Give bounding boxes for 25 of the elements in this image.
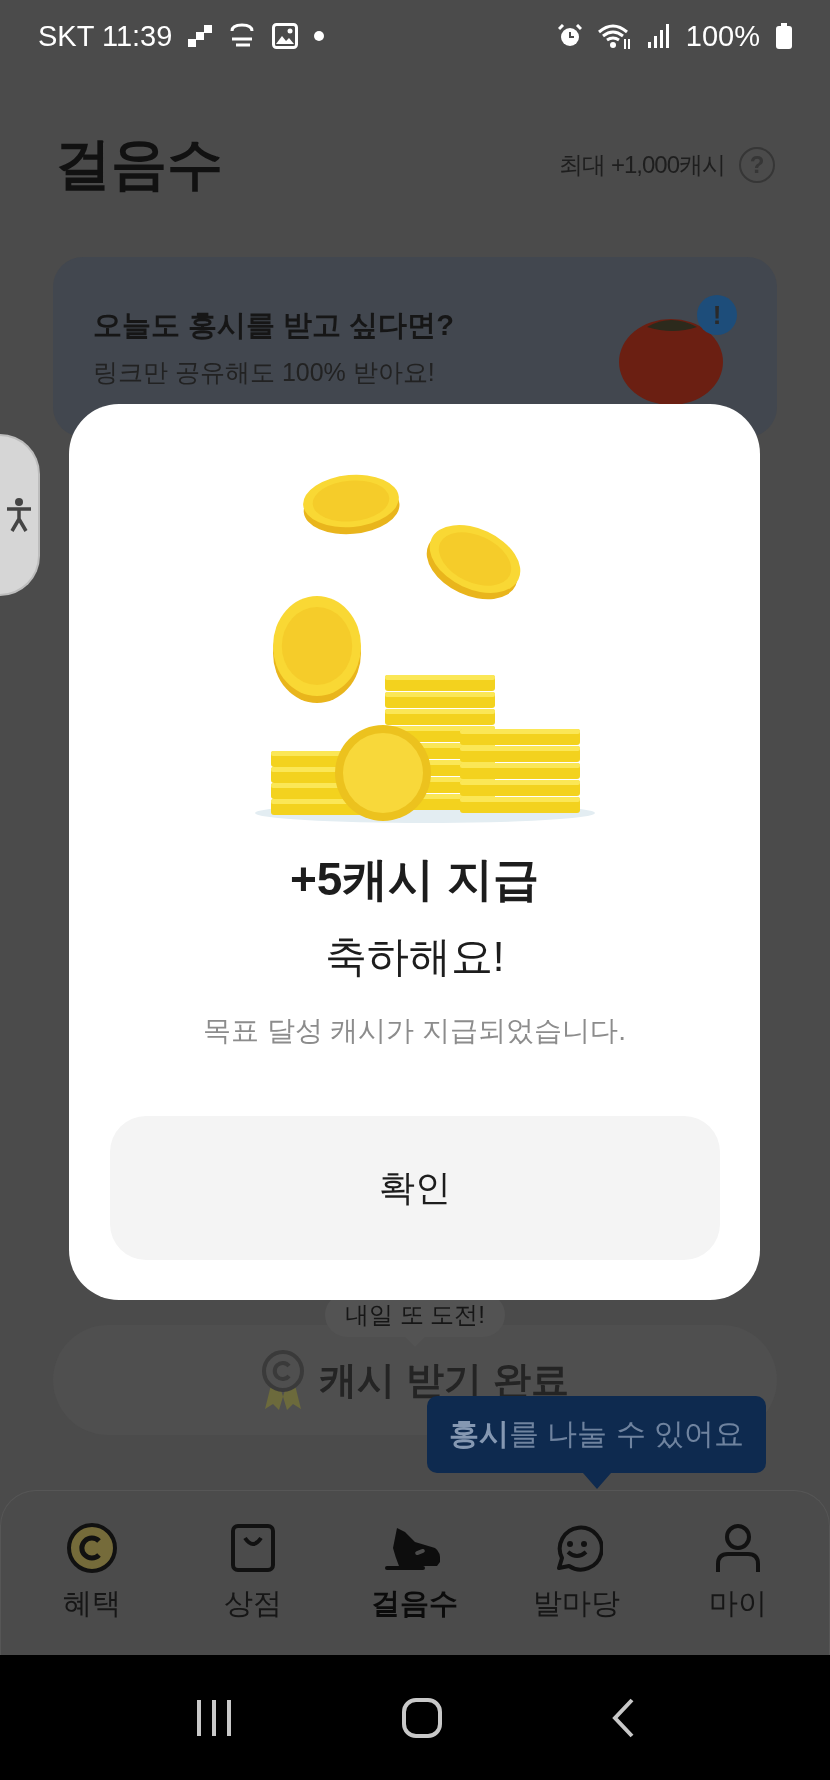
battery-percent: 100% [685, 19, 760, 53]
reward-title: +5캐시 지급 [289, 852, 540, 907]
signal-icon [647, 24, 670, 48]
reward-message: 목표 달성 캐시가 지급되었습니다. [202, 1014, 627, 1048]
medal-icon [261, 1349, 306, 1411]
page-title: 걸음수 [55, 130, 224, 197]
alarm-icon [557, 24, 582, 48]
dot-icon [314, 31, 325, 41]
accessibility-icon [5, 497, 33, 533]
back-icon[interactable] [611, 1697, 636, 1738]
stairs-icon [188, 25, 213, 47]
home-icon[interactable] [402, 1697, 442, 1738]
banner-title: 오늘도 홍시를 받고 싶다면? [93, 307, 455, 343]
status-time: SKT 11:39 [38, 19, 173, 53]
alert-badge: ! [697, 295, 737, 335]
recent-apps-icon[interactable] [194, 1697, 233, 1738]
help-button[interactable]: ? [739, 146, 775, 183]
confirm-button[interactable]: 확인 [109, 1116, 720, 1260]
nav-tab[interactable]: 걸음수 [350, 1522, 480, 1624]
coin-icon [65, 1522, 118, 1574]
image-icon [272, 23, 299, 49]
battery-icon [776, 23, 792, 49]
wifi-icon [597, 23, 632, 49]
congrats-heading: 축하해요! [324, 932, 505, 982]
tooltip: 홍시를 나눌 수 있어요 [427, 1396, 766, 1489]
